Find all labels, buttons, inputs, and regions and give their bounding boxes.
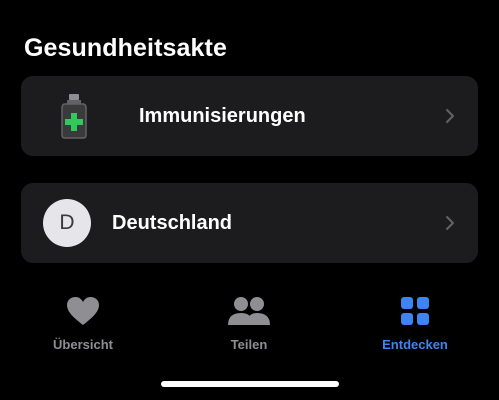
immunizations-row[interactable]: Immunisierungen: [21, 76, 478, 156]
grid-icon: [400, 290, 430, 332]
immunizations-label: Immunisierungen: [139, 104, 306, 127]
heart-icon: [66, 290, 100, 332]
people-icon: [227, 290, 271, 332]
tab-discover[interactable]: Entdecken: [355, 290, 475, 352]
country-row[interactable]: D Deutschland: [21, 183, 478, 263]
country-label: Deutschland: [112, 211, 233, 234]
avatar: D: [43, 199, 91, 247]
chevron-right-icon: [446, 216, 454, 230]
tab-label: Teilen: [230, 337, 268, 352]
vaccine-vial-icon: [49, 91, 99, 141]
tab-summary[interactable]: Übersicht: [23, 290, 143, 352]
section-title: Gesundheitsakte: [24, 34, 227, 62]
tab-label: Übersicht: [53, 337, 113, 352]
tab-bar: Übersicht Teilen Entdecken: [0, 290, 499, 360]
home-indicator[interactable]: [161, 381, 339, 387]
chevron-right-icon: [446, 109, 454, 123]
tab-share[interactable]: Teilen: [189, 290, 309, 352]
tab-label: Entdecken: [382, 337, 448, 352]
